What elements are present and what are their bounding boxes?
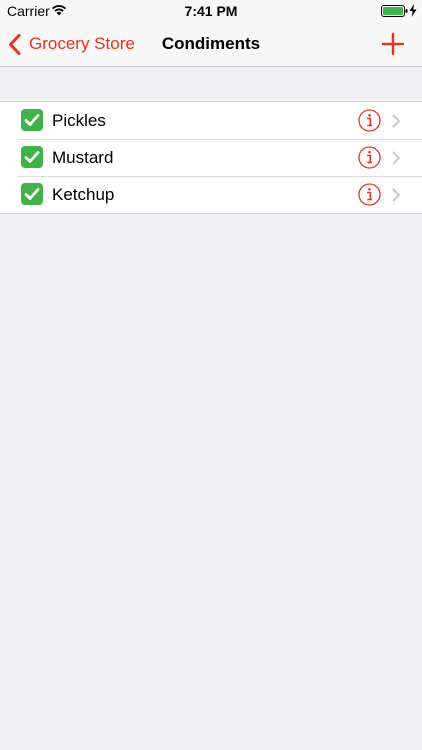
add-button[interactable] [380,31,406,57]
plus-icon [381,32,405,56]
info-icon[interactable] [358,109,381,132]
list-item[interactable]: Mustard [0,139,422,176]
chevron-right-icon [392,151,400,165]
list-item-label: Ketchup [52,185,115,204]
status-bar: Carrier 7:41 PM [0,0,422,22]
chevron-right-icon [392,114,400,128]
checkmark-icon[interactable] [21,146,43,168]
info-icon[interactable] [358,183,381,206]
list-item[interactable]: Pickles [0,102,422,139]
chevron-right-icon [392,188,400,202]
navigation-bar: Grocery Store Condiments [0,22,422,67]
info-icon[interactable] [358,146,381,169]
list-item-label: Mustard [52,148,114,167]
charging-bolt-icon [409,4,417,17]
list-item-label: Pickles [52,111,106,130]
battery-icon [381,5,408,17]
checkmark-icon[interactable] [21,183,43,205]
status-time: 7:41 PM [184,3,238,19]
condiments-list: Pickles Mustard Ketchup [0,101,422,214]
checkmark-icon[interactable] [21,109,43,131]
page-title: Condiments [161,34,261,53]
list-item[interactable]: Ketchup [0,176,422,213]
